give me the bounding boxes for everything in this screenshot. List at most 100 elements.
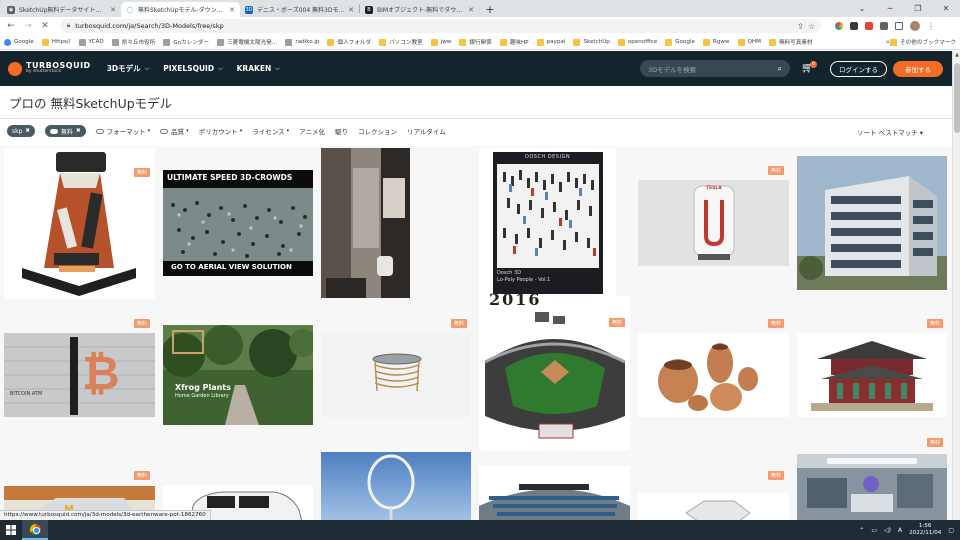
model-card[interactable]: 無料 xyxy=(797,319,947,417)
other-bookmarks[interactable]: その他のブックマーク xyxy=(890,38,956,46)
bookmark-item[interactable]: jww xyxy=(430,38,451,46)
signup-button[interactable]: 参加する xyxy=(893,61,943,77)
address-bar[interactable]: 🔒︎ turbosquid.com/ja/Search/3D-Models/fr… xyxy=(61,19,821,33)
brand-label: TESLA xyxy=(706,186,722,191)
filter-realtime[interactable]: リアルタイム xyxy=(407,126,446,136)
lock-icon[interactable]: 🔒︎ xyxy=(67,22,70,30)
extension-icon[interactable] xyxy=(865,22,873,30)
windows-start-icon[interactable] xyxy=(0,520,22,540)
nav-pixelsquid[interactable]: PIXELSQUID ⌵ xyxy=(163,63,222,74)
filter-collection[interactable]: コレクション xyxy=(358,126,397,136)
bookmark-item[interactable]: Https// xyxy=(41,38,71,46)
model-card[interactable]: 無料 xyxy=(638,319,789,417)
scroll-up-icon[interactable]: ▲ xyxy=(953,52,960,58)
model-card[interactable]: Xfrog Plants Home Garden Library xyxy=(163,325,313,425)
bookmark-label: パソコン教室 xyxy=(389,40,423,46)
model-card[interactable]: 無料 xyxy=(4,148,155,298)
scroll-thumb[interactable] xyxy=(954,63,960,133)
model-card[interactable] xyxy=(321,452,471,520)
stop-loading-icon[interactable]: ✕ xyxy=(38,19,52,33)
filter-animated[interactable]: アニメ化 xyxy=(299,126,325,136)
close-icon[interactable]: ✖ xyxy=(76,128,81,134)
tab-close-icon[interactable]: ✕ xyxy=(110,6,116,14)
bookmark-item[interactable]: Google xyxy=(665,38,695,46)
bookmark-item[interactable]: 県々丘市役所 xyxy=(111,38,155,46)
turbosquid-logo[interactable]: TURBOSQUID by shutterstock xyxy=(8,61,91,76)
login-button[interactable]: ログインする xyxy=(830,61,887,77)
filter-polycount[interactable]: ポリカウント ▾ xyxy=(199,126,243,136)
model-card[interactable] xyxy=(479,466,630,520)
bookmark-item[interactable]: 個人フォルダ xyxy=(327,38,371,46)
model-card[interactable]: 無料 xyxy=(797,438,947,520)
browser-tab-active[interactable]: ◌ 無料SketchUpモデル-ダウンロード-Sketc ✕ xyxy=(121,2,240,17)
extension-icon[interactable] xyxy=(850,22,858,30)
bookmark-item[interactable]: 無料写真素材 xyxy=(768,38,813,46)
maximize-icon[interactable]: ❐ xyxy=(904,0,932,17)
model-card[interactable]: 無料 xyxy=(321,319,471,417)
bookmark-item[interactable]: paypal xyxy=(536,38,565,46)
bookmark-item[interactable]: Goカレンダー xyxy=(163,38,209,46)
close-icon[interactable]: ✖ xyxy=(25,128,30,134)
tray-chevron-icon[interactable]: ⌃ xyxy=(859,527,864,534)
sidepanel-icon[interactable] xyxy=(895,22,903,30)
model-card[interactable]: DOSCH DESIGN Dosch 3D Lo-Poly People - V… xyxy=(479,148,616,298)
model-card[interactable]: TESLA 無料 xyxy=(638,166,789,266)
nav-3d-models[interactable]: 3Dモデル ⌵ xyxy=(107,63,150,74)
puzzle-icon[interactable] xyxy=(880,22,888,30)
model-card[interactable]: 2016 無料 xyxy=(479,290,630,450)
ime-indicator[interactable]: A xyxy=(898,527,902,534)
bookmark-item[interactable]: 三菱電機太陽光発… xyxy=(217,38,277,46)
model-card[interactable] xyxy=(797,156,947,290)
bookmark-item[interactable]: SketchUp xyxy=(573,38,610,46)
profile-avatar[interactable] xyxy=(910,21,920,31)
chrome-taskbar-icon[interactable] xyxy=(22,520,48,540)
volume-icon[interactable]: ◁) xyxy=(884,527,891,534)
more-menu-icon[interactable]: ⋮ xyxy=(927,22,935,31)
bookmark-item[interactable]: radiko.jp xyxy=(285,38,319,46)
bookmark-item[interactable]: YCAD xyxy=(78,38,104,46)
address-url[interactable]: turbosquid.com/ja/Search/3D-Models/free/… xyxy=(75,22,793,30)
tab-close-icon[interactable]: ✕ xyxy=(348,6,354,14)
new-tab-button[interactable]: + xyxy=(483,2,497,17)
model-card[interactable]: ₿ BITCOIN ATM 無料 xyxy=(4,319,155,417)
bookmark-item[interactable]: Rgww xyxy=(702,38,730,46)
bookmark-item[interactable]: 趣味HP xyxy=(499,38,529,46)
nav-kraken[interactable]: KRAKEN ⌵ xyxy=(237,63,280,74)
bookmark-item[interactable]: パソコン教室 xyxy=(379,38,423,46)
search-icon[interactable]: ⌕ xyxy=(778,64,782,74)
filter-chip-skp[interactable]: skp ✖ xyxy=(7,125,36,137)
network-icon[interactable]: ▭ xyxy=(871,527,877,534)
browser-tab[interactable]: 3D デニス・ボーズ004 無料3Dモデル - . ✕ xyxy=(240,2,359,17)
site-search-input[interactable]: 3Dモデルを検索 ⌕ xyxy=(640,60,790,77)
bookmark-item[interactable]: 銀行関係 xyxy=(459,38,492,46)
tab-close-icon[interactable]: ✕ xyxy=(229,6,235,14)
minimize-icon[interactable]: ─ xyxy=(876,0,904,17)
browser-tab[interactable]: B BIMオブジェクト-無料でダウンロード ✕ xyxy=(360,2,479,17)
back-arrow-icon[interactable]: ← xyxy=(4,19,18,33)
filter-chip-free[interactable]: 無料 ✖ xyxy=(45,125,86,137)
model-card[interactable]: 無料 xyxy=(638,471,789,520)
forward-arrow-icon[interactable]: → xyxy=(21,19,35,33)
filter-quality[interactable]: 品質 ▾ xyxy=(160,126,189,136)
share-icon[interactable]: ⇪ xyxy=(797,22,804,31)
filter-license[interactable]: ライセンス ▾ xyxy=(252,126,289,136)
chevron-down-icon[interactable]: ⌄ xyxy=(848,0,876,17)
notification-icon[interactable]: ▢ xyxy=(948,527,954,534)
model-thumbnail xyxy=(797,333,947,417)
extension-icon[interactable] xyxy=(835,22,843,30)
bookmark-item[interactable]: QHM xyxy=(737,38,761,46)
filter-rigged[interactable]: 駆り xyxy=(335,126,348,136)
close-window-icon[interactable]: ✕ xyxy=(932,0,960,17)
bookmark-item[interactable]: Google xyxy=(4,38,34,46)
page-scrollbar[interactable]: ▲ xyxy=(952,51,960,520)
sort-dropdown[interactable]: ソート ベストマッチ ▾ xyxy=(857,127,923,137)
bookmark-item[interactable]: openoffice xyxy=(617,38,657,46)
model-card[interactable]: ULTIMATE SPEED 3D-CROWDS GO TO AERIAL VI… xyxy=(163,170,313,276)
browser-tab[interactable]: ◉ SketchUp無料データサイト一覧 - jw ✕ xyxy=(2,2,121,17)
bookmark-star-icon[interactable]: ☆ xyxy=(808,22,815,31)
tab-favicon-icon: ◉ xyxy=(7,5,15,14)
tab-close-icon[interactable]: ✕ xyxy=(468,6,474,14)
taskbar-clock[interactable]: 1:56 2022/11/04 xyxy=(909,523,941,536)
filter-format[interactable]: フォーマット ▾ xyxy=(95,126,150,136)
model-card[interactable] xyxy=(321,148,410,298)
